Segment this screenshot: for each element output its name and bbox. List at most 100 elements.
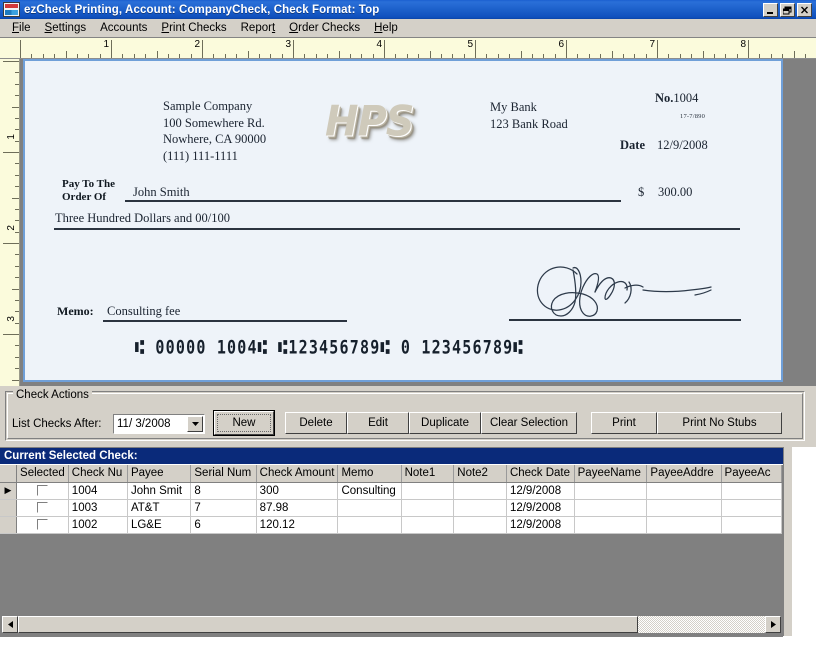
menu-report[interactable]: Report bbox=[234, 21, 283, 35]
checks-table[interactable]: Selected Check Nu Payee Serial Num Check Amo… bbox=[0, 465, 782, 534]
menu-print-checks[interactable]: Print Checks bbox=[154, 21, 233, 35]
minimize-button[interactable] bbox=[763, 2, 778, 17]
menu-order-checks[interactable]: Order Checks bbox=[282, 21, 367, 35]
cell-payee_acct[interactable] bbox=[721, 482, 782, 500]
column-header-selected[interactable]: Selected bbox=[16, 465, 69, 483]
column-header-memo[interactable]: Memo bbox=[337, 465, 402, 483]
ruler-tick bbox=[122, 54, 124, 58]
row-checkbox[interactable] bbox=[36, 484, 48, 496]
new-button[interactable]: New bbox=[213, 410, 275, 436]
cell-selected[interactable] bbox=[16, 516, 69, 534]
row-checkbox[interactable] bbox=[36, 518, 48, 530]
scroll-left-icon[interactable] bbox=[2, 616, 18, 633]
cell-check_nu[interactable]: 1003 bbox=[68, 499, 128, 517]
ruler-tick bbox=[281, 54, 283, 58]
column-header-serial_num[interactable]: Serial Num bbox=[190, 465, 257, 483]
cell-serial_num[interactable]: 6 bbox=[190, 516, 257, 534]
cell-note2[interactable] bbox=[453, 516, 507, 534]
cell-selected[interactable] bbox=[16, 499, 69, 517]
scroll-thumb[interactable] bbox=[18, 616, 638, 633]
ruler-tick bbox=[15, 277, 19, 279]
grid-viewport[interactable]: Selected Check Nu Payee Serial Num Check Amo… bbox=[0, 465, 783, 637]
cell-check_nu[interactable]: 1002 bbox=[68, 516, 128, 534]
cell-note2[interactable] bbox=[453, 482, 507, 500]
cell-payee_addr[interactable] bbox=[646, 499, 722, 517]
cell-payee_name[interactable] bbox=[574, 499, 648, 517]
list-checks-after-combo[interactable]: 11/ 3/2008 bbox=[113, 414, 205, 434]
row-checkbox[interactable] bbox=[36, 501, 48, 513]
delete-button[interactable]: Delete bbox=[285, 412, 347, 434]
ruler-tick bbox=[15, 95, 19, 97]
cell-payee[interactable]: John Smit bbox=[127, 482, 192, 500]
close-button[interactable] bbox=[797, 2, 812, 17]
table-row[interactable]: 1003 AT&T 7 87.98 12/9/2008 bbox=[0, 499, 782, 517]
cell-check_date[interactable]: 12/9/2008 bbox=[506, 482, 575, 500]
menu-accounts[interactable]: Accounts bbox=[93, 21, 154, 35]
cell-payee_addr[interactable] bbox=[646, 482, 722, 500]
ruler-tick bbox=[554, 54, 556, 58]
cell-check_amount[interactable]: 120.12 bbox=[256, 516, 339, 534]
column-header-check_date[interactable]: Check Date bbox=[506, 465, 575, 483]
company-city: Nowhere, CA 90000 bbox=[163, 132, 267, 146]
cell-note1[interactable] bbox=[401, 516, 455, 534]
menu-file[interactable]: File bbox=[5, 21, 38, 35]
cell-payee_acct[interactable] bbox=[721, 499, 782, 517]
scroll-right-icon[interactable] bbox=[765, 616, 781, 633]
cell-check_date[interactable]: 12/9/2008 bbox=[506, 516, 575, 534]
ruler-tick bbox=[111, 40, 112, 58]
cell-payee_acct[interactable] bbox=[721, 516, 782, 534]
column-header-check_nu[interactable]: Check Nu bbox=[68, 465, 128, 483]
cell-memo[interactable] bbox=[337, 516, 402, 534]
ruler-tick bbox=[202, 40, 203, 58]
column-header-rowhdr[interactable] bbox=[0, 465, 18, 483]
cell-memo[interactable]: Consulting bbox=[337, 482, 402, 500]
grid-vertical-scrollbar[interactable] bbox=[783, 447, 792, 636]
cell-payee[interactable]: AT&T bbox=[127, 499, 192, 517]
column-header-payee_name[interactable]: PayeeName bbox=[574, 465, 648, 483]
cell-payee_addr[interactable] bbox=[646, 516, 722, 534]
row-selector[interactable] bbox=[0, 516, 18, 534]
cell-note1[interactable] bbox=[401, 482, 455, 500]
ruler-tick bbox=[15, 299, 19, 301]
row-selector[interactable] bbox=[0, 499, 18, 517]
print-button[interactable]: Print bbox=[591, 412, 657, 434]
cell-payee_name[interactable] bbox=[574, 482, 648, 500]
check-page[interactable]: Sample Company 100 Somewhere Rd. Nowhere… bbox=[23, 59, 783, 382]
row-selector[interactable]: ▶ bbox=[0, 482, 18, 500]
print-no-stubs-button[interactable]: Print No Stubs bbox=[657, 412, 782, 434]
check-canvas[interactable]: Sample Company 100 Somewhere Rd. Nowhere… bbox=[20, 59, 816, 386]
cell-payee[interactable]: LG&E bbox=[127, 516, 192, 534]
cell-check_amount[interactable]: 300 bbox=[256, 482, 339, 500]
cell-note2[interactable] bbox=[453, 499, 507, 517]
cell-serial_num[interactable]: 7 bbox=[190, 499, 257, 517]
cell-serial_num[interactable]: 8 bbox=[190, 482, 257, 500]
column-header-check_amount[interactable]: Check Amount bbox=[256, 465, 339, 483]
restore-button[interactable] bbox=[780, 2, 795, 17]
table-row[interactable]: ▶ 1004 John Smit 8 300 Consulting 12/9/2008 bbox=[0, 482, 782, 500]
column-header-payee_acct[interactable]: PayeeAc bbox=[721, 465, 782, 483]
grid-horizontal-scrollbar[interactable] bbox=[2, 616, 781, 633]
ruler-tick bbox=[156, 51, 158, 58]
column-header-note2[interactable]: Note2 bbox=[453, 465, 507, 483]
table-row[interactable]: 1002 LG&E 6 120.12 12/9/2008 bbox=[0, 516, 782, 534]
duplicate-button[interactable]: Duplicate bbox=[409, 412, 481, 434]
cell-selected[interactable] bbox=[16, 482, 69, 500]
cell-check_date[interactable]: 12/9/2008 bbox=[506, 499, 575, 517]
cell-check_nu[interactable]: 1004 bbox=[68, 482, 128, 500]
column-header-payee[interactable]: Payee bbox=[127, 465, 192, 483]
ruler-tick bbox=[782, 54, 784, 58]
menu-help[interactable]: Help bbox=[367, 21, 405, 35]
cell-note1[interactable] bbox=[401, 499, 455, 517]
ruler-tick bbox=[395, 54, 397, 58]
cell-payee_name[interactable] bbox=[574, 516, 648, 534]
ruler-tick bbox=[543, 54, 545, 58]
edit-button[interactable]: Edit bbox=[347, 412, 409, 434]
clear-selection-button[interactable]: Clear Selection bbox=[481, 412, 577, 434]
column-header-note1[interactable]: Note1 bbox=[401, 465, 455, 483]
cell-check_amount[interactable]: 87.98 bbox=[256, 499, 339, 517]
scroll-track[interactable] bbox=[18, 616, 765, 633]
cell-memo[interactable] bbox=[337, 499, 402, 517]
column-header-payee_addr[interactable]: PayeeAddre bbox=[646, 465, 722, 483]
chevron-down-icon[interactable] bbox=[187, 416, 203, 432]
menu-settings[interactable]: Settings bbox=[38, 21, 94, 35]
